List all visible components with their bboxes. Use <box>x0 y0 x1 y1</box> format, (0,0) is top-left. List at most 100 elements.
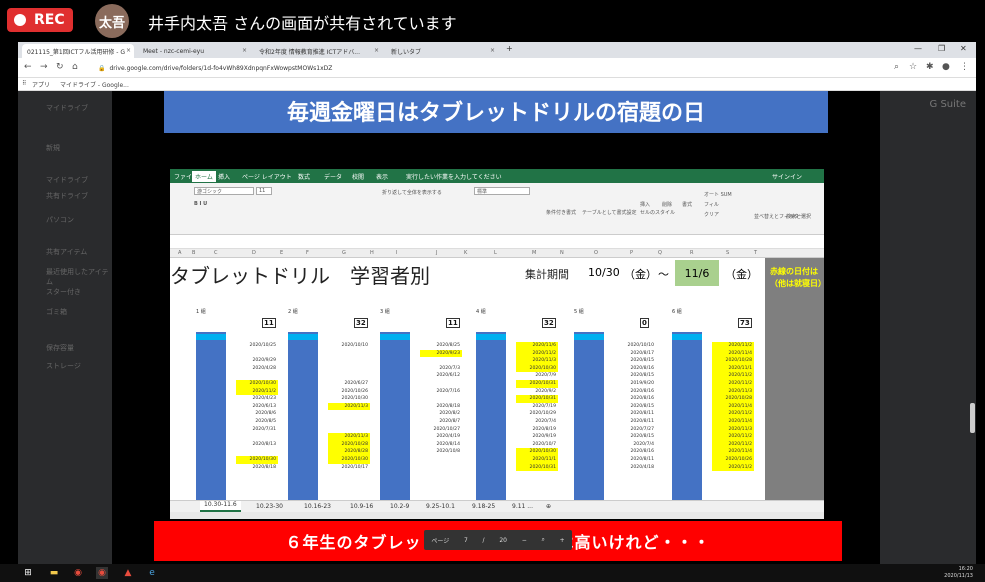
scrollbar-thumb[interactable] <box>970 403 975 433</box>
date-cell[interactable]: 2020/8/15 <box>614 357 656 365</box>
forward-icon[interactable]: → <box>40 62 48 72</box>
date-cell[interactable]: 2020/9/23 <box>420 349 462 358</box>
date-cell[interactable]: 2020/8/2 <box>420 410 462 418</box>
font-name-select[interactable]: 游ゴシック <box>194 187 254 195</box>
date-cell[interactable]: 2020/10/28 <box>328 440 370 449</box>
clear-button[interactable]: クリア <box>704 211 719 218</box>
bookmark-apps[interactable]: アプリ <box>32 80 50 89</box>
new-button[interactable]: 新規 <box>46 143 60 153</box>
date-cell[interactable]: 2020/10/31 <box>516 463 558 472</box>
date-cell[interactable] <box>420 395 462 403</box>
date-cell[interactable]: 2020/11/1 <box>712 364 754 373</box>
find-select-button[interactable]: 検索と選択 <box>786 213 811 220</box>
date-cell[interactable]: 2020/11/4 <box>712 417 754 426</box>
date-cell[interactable]: 2020/8/19 <box>516 426 558 434</box>
zoom-out-icon[interactable]: − <box>522 537 527 544</box>
date-cell[interactable]: 2020/11/2 <box>712 372 754 380</box>
date-cell[interactable]: 2020/6/13 <box>236 403 278 411</box>
signin-link[interactable]: サインイン <box>772 172 802 181</box>
sheet-tab-2[interactable]: 10.23-30 <box>256 503 283 510</box>
chrome-active-icon[interactable]: ◉ <box>96 567 108 579</box>
date-cell[interactable]: 2020/7/4 <box>516 418 558 426</box>
browser-tab-4[interactable]: 新しいタブ × <box>386 44 498 58</box>
date-cell[interactable]: 2020/11/3 <box>712 425 754 434</box>
date-cell[interactable]: 2020/10/27 <box>420 426 462 434</box>
date-cell[interactable]: 2020/8/5 <box>236 418 278 426</box>
date-cell[interactable]: 2020/8/14 <box>420 441 462 449</box>
date-cell[interactable]: 2020/10/31 <box>516 379 558 388</box>
date-cell[interactable]: 2020/7/19 <box>516 403 558 411</box>
delete-cells-button[interactable]: 削除 <box>662 201 672 208</box>
date-cell[interactable]: 2020/11/2 <box>712 342 754 350</box>
url-field[interactable]: 🔒 drive.google.com/drive/folders/1d-fo4v… <box>94 61 884 75</box>
date-cell[interactable] <box>420 456 462 464</box>
close-icon[interactable]: × <box>374 47 379 54</box>
date-cell[interactable]: 2020/8/18 <box>236 464 278 472</box>
sidebar-item-shareddrive[interactable]: 共有ドライブ <box>46 191 88 201</box>
tell-me-search[interactable]: 実行したい作業を入力してください <box>406 172 502 181</box>
date-cell[interactable]: 2020/4/19 <box>420 433 462 441</box>
date-cell[interactable]: 2020/8/25 <box>420 342 462 350</box>
date-cell[interactable]: 2020/8/11 <box>614 418 656 426</box>
date-cell[interactable] <box>236 350 278 358</box>
tab-review[interactable]: 校閲 <box>352 172 364 181</box>
date-cell[interactable]: 2020/7/3 <box>420 365 462 373</box>
file-explorer-icon[interactable]: ▬ <box>48 567 60 579</box>
date-cell[interactable] <box>328 350 370 358</box>
sidebar-item-storage[interactable]: 保存容量 <box>46 343 74 353</box>
date-cell[interactable]: 2020/11/2 <box>236 387 278 396</box>
date-cell[interactable]: 2019/9/20 <box>614 380 656 388</box>
date-cell[interactable]: 2020/10/31 <box>516 395 558 403</box>
date-cell[interactable]: 2020/10/30 <box>236 455 278 464</box>
format-cells-button[interactable]: 書式 <box>682 201 692 208</box>
date-cell[interactable] <box>420 357 462 365</box>
apps-icon[interactable]: ⠿ <box>22 80 26 87</box>
sheet-tab-1[interactable]: 10.30-11.6 <box>200 501 241 512</box>
date-cell[interactable]: 2020/8/13 <box>236 441 278 449</box>
date-cell[interactable]: 2020/11/2 <box>712 410 754 418</box>
date-cell[interactable]: 2020/7/4 <box>614 441 656 449</box>
close-icon[interactable]: × <box>242 47 247 54</box>
sidebar-item-mydrive[interactable]: マイドライブ <box>46 175 88 185</box>
date-cell[interactable]: 2020/4/18 <box>614 464 656 472</box>
date-cell[interactable]: 2020/8/16 <box>614 448 656 456</box>
date-cell[interactable]: 2020/11/2 <box>712 440 754 449</box>
bold-icon[interactable]: B I U <box>194 201 207 207</box>
sheet-tab-8[interactable]: 9.11 ... <box>512 503 533 510</box>
windows-start-icon[interactable]: ⊞ <box>22 567 34 579</box>
formula-bar[interactable] <box>170 235 824 249</box>
rec-indicator[interactable]: REC <box>7 8 73 32</box>
date-cell[interactable]: 2020/9/19 <box>516 433 558 441</box>
date-cell[interactable]: 2020/7/31 <box>236 426 278 434</box>
date-cell[interactable]: 2020/8/28 <box>328 448 370 456</box>
date-cell[interactable]: 2020/7/27 <box>614 426 656 434</box>
close-icon[interactable]: × <box>126 47 131 54</box>
date-cell[interactable]: 2020/10/10 <box>614 342 656 350</box>
date-cell[interactable]: 2020/11/3 <box>328 402 370 411</box>
date-cell[interactable]: 2020/10/26 <box>328 388 370 396</box>
date-cell[interactable]: 2020/11/6 <box>516 342 558 350</box>
page-number[interactable]: 7 <box>464 537 468 544</box>
cell-styles-button[interactable]: セルのスタイル <box>640 209 675 216</box>
period-to[interactable]: 11/6 <box>675 260 719 286</box>
home-icon[interactable]: ⌂ <box>72 62 78 72</box>
profile-icon[interactable]: ● <box>942 62 950 72</box>
reload-icon[interactable]: ↻ <box>56 62 64 72</box>
back-icon[interactable]: ← <box>24 62 32 72</box>
date-cell[interactable] <box>420 380 462 388</box>
minimize-icon[interactable]: — <box>914 44 922 53</box>
sidebar-item-trash[interactable]: ゴミ箱 <box>46 307 67 317</box>
date-cell[interactable]: 2020/6/27 <box>328 380 370 388</box>
menu-icon[interactable]: ⋮ <box>960 62 969 72</box>
date-cell[interactable]: 2020/11/2 <box>712 463 754 472</box>
insert-cells-button[interactable]: 挿入 <box>640 201 650 208</box>
date-cell[interactable]: 2020/8/18 <box>420 403 462 411</box>
date-cell[interactable]: 2020/8/7 <box>420 418 462 426</box>
browser-tab-2[interactable]: Meet - nzc-cemi-eyu × <box>138 44 250 58</box>
date-cell[interactable]: 2020/4/23 <box>236 395 278 403</box>
tab-page-layout[interactable]: ページ レイアウト <box>242 172 292 181</box>
date-cell[interactable] <box>328 357 370 365</box>
date-cell[interactable]: 2020/8/6 <box>236 410 278 418</box>
date-cell[interactable]: 2020/10/8 <box>420 448 462 456</box>
sheet-tab-5[interactable]: 10.2-9 <box>390 503 409 510</box>
